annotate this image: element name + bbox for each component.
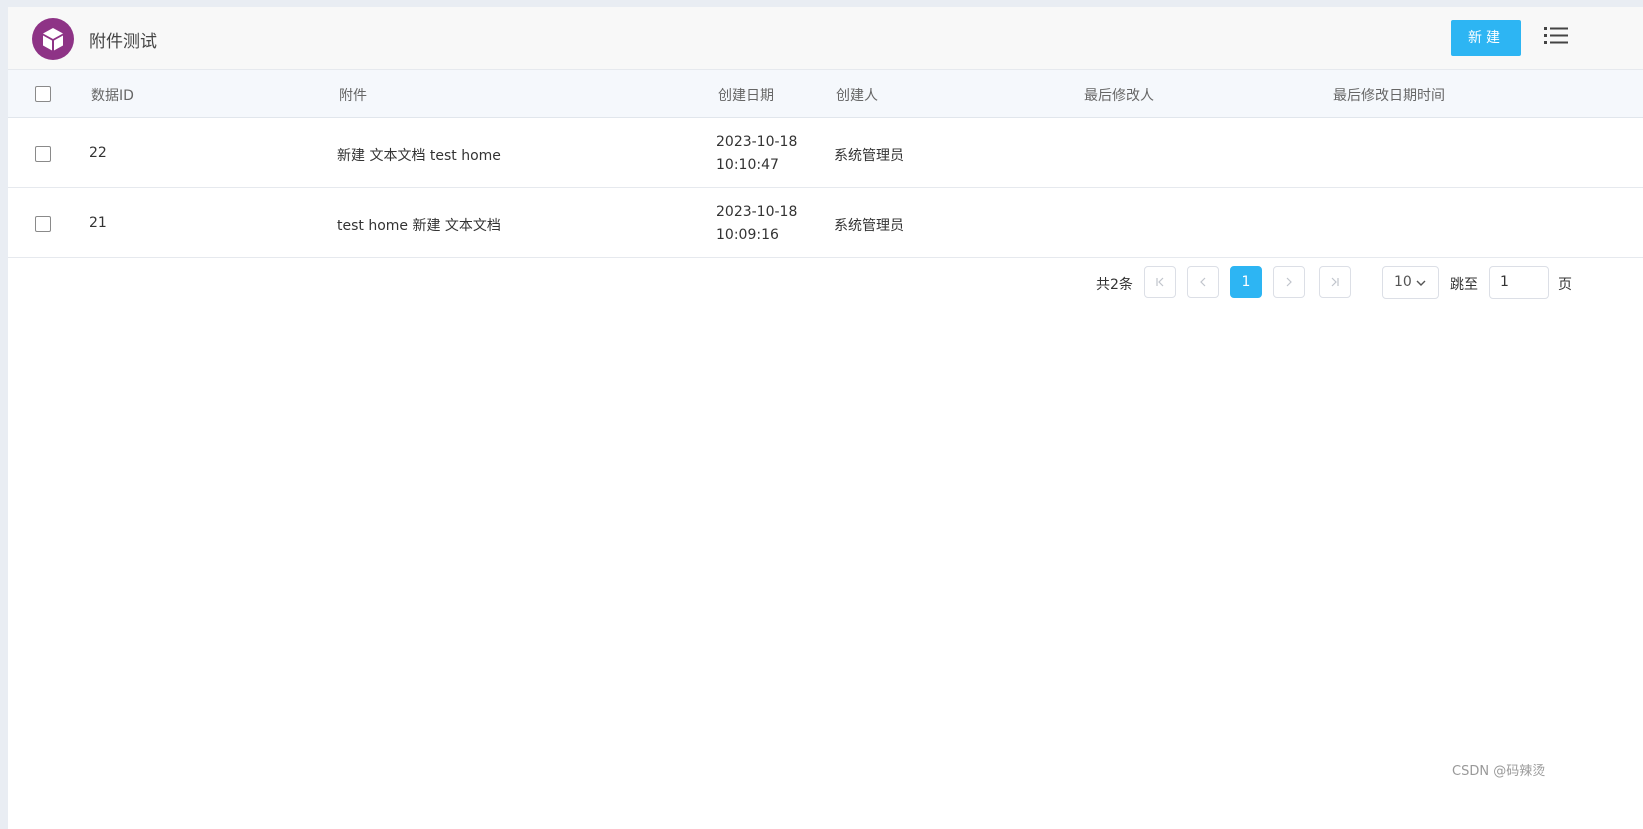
page-title: 附件测试 [89, 32, 157, 52]
table-row[interactable]: 21 test home 新建 文本文档 2023-10-18 10:09:16… [8, 188, 1643, 258]
cell-time: 10:09:16 [716, 227, 779, 243]
column-header-modified-at[interactable]: 最后修改日期时间 [1333, 85, 1445, 105]
list-menu-icon[interactable] [1542, 25, 1570, 47]
chevron-left-icon [1200, 277, 1206, 287]
goto-label: 跳至 [1450, 277, 1478, 293]
page-header: 附件测试 新建 [8, 7, 1643, 70]
last-page-icon [1331, 277, 1339, 287]
page-label: 页 [1558, 277, 1572, 293]
cell-date: 2023-10-18 [716, 134, 798, 150]
prev-page-button[interactable] [1187, 266, 1219, 298]
row-checkbox[interactable] [35, 216, 51, 232]
goto-page-input[interactable]: 1 [1489, 266, 1549, 299]
main-panel: 附件测试 新建 数据ID 附件 创建日期 创建人 最后修改人 最后修改日期时间 … [8, 7, 1643, 829]
table-header: 数据ID 附件 创建日期 创建人 最后修改人 最后修改日期时间 [8, 70, 1643, 118]
column-header-attachment[interactable]: 附件 [339, 85, 367, 105]
cell-created-date: 2023-10-18 10:10:47 [716, 131, 797, 177]
table-row[interactable]: 22 新建 文本文档 test home 2023-10-18 10:10:47… [8, 118, 1643, 188]
cell-creator: 系统管理员 [834, 148, 904, 164]
column-header-modifier[interactable]: 最后修改人 [1084, 85, 1154, 105]
cell-creator: 系统管理员 [834, 218, 904, 234]
cell-created-date: 2023-10-18 10:09:16 [716, 201, 797, 247]
cell-id: 21 [89, 215, 107, 231]
cell-id: 22 [89, 145, 107, 161]
chevron-right-icon [1286, 277, 1292, 287]
last-page-button[interactable] [1319, 266, 1351, 298]
pagination: 共2条 1 10 跳至 1 页 [8, 265, 1643, 301]
page-size-select[interactable]: 10 [1382, 266, 1439, 299]
cell-time: 10:10:47 [716, 157, 779, 173]
page-button-current[interactable]: 1 [1230, 266, 1262, 298]
chevron-down-icon [1416, 280, 1426, 286]
new-button[interactable]: 新建 [1451, 20, 1521, 56]
column-header-id[interactable]: 数据ID [91, 85, 134, 105]
total-count: 共2条 [1096, 277, 1133, 293]
cell-date: 2023-10-18 [716, 204, 798, 220]
watermark: CSDN @码辣烫 [1452, 764, 1546, 779]
select-all-checkbox[interactable] [35, 86, 51, 102]
column-header-creator[interactable]: 创建人 [836, 85, 878, 105]
next-page-button[interactable] [1273, 266, 1305, 298]
column-header-created-date[interactable]: 创建日期 [718, 85, 774, 105]
first-page-button[interactable] [1144, 266, 1176, 298]
cell-attachment[interactable]: 新建 文本文档 test home [337, 145, 501, 165]
cell-attachment[interactable]: test home 新建 文本文档 [337, 215, 501, 235]
row-checkbox[interactable] [35, 146, 51, 162]
page-size-value: 10 [1394, 274, 1412, 290]
box-icon [32, 18, 74, 60]
first-page-icon [1156, 277, 1164, 287]
